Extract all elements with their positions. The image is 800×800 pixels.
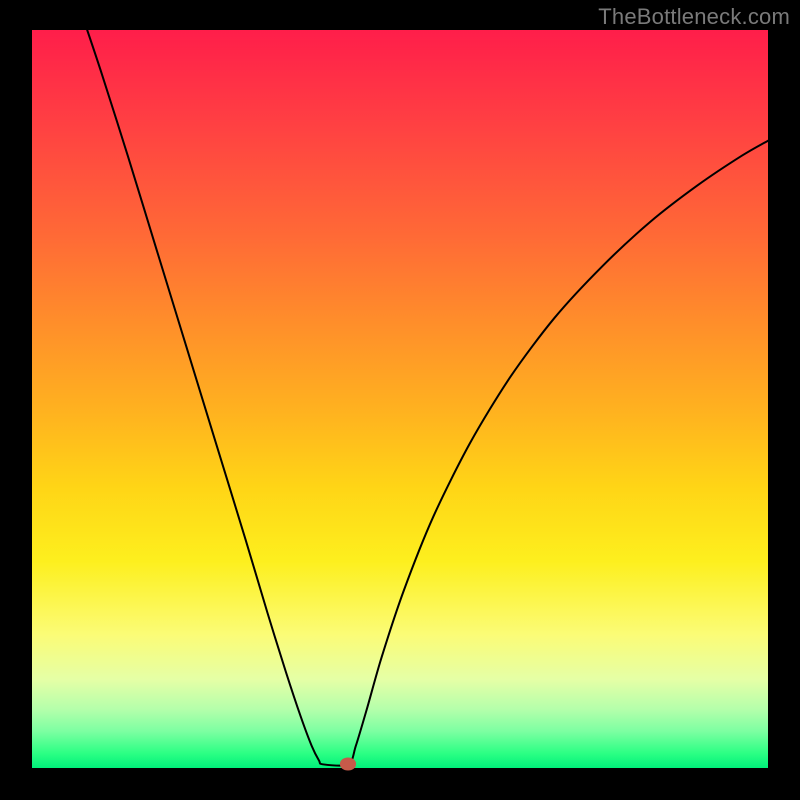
plot-area [32, 30, 768, 768]
chart-frame: TheBottleneck.com [0, 0, 800, 800]
bottleneck-curve [87, 30, 768, 766]
optimum-marker [340, 758, 356, 771]
curve-layer [32, 30, 768, 768]
watermark-text: TheBottleneck.com [598, 4, 790, 30]
